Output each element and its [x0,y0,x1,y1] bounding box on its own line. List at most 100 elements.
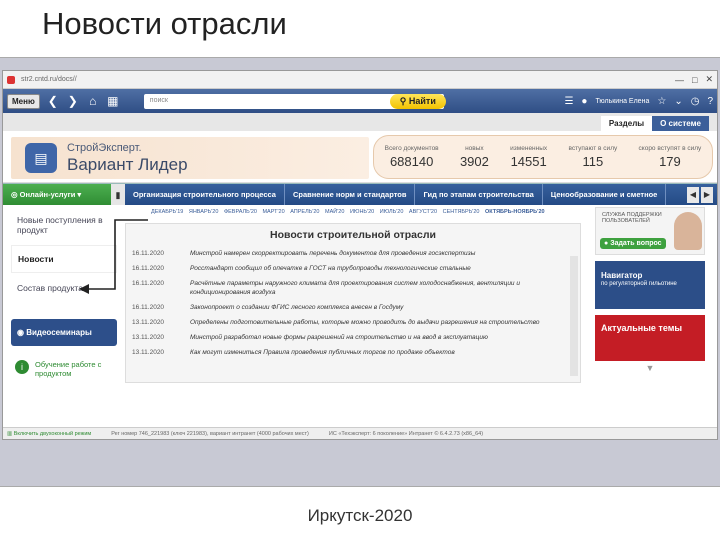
status-bar: ▥ Включить двухоконный режим Рег номер 7… [3,427,717,439]
tab-sections[interactable]: Разделы [600,116,653,131]
dual-window-toggle[interactable]: ▥ Включить двухоконный режим [7,431,91,437]
annotation-arrow [79,219,148,294]
stat-label: новых [465,145,484,152]
stat-new[interactable]: новых 3902 [460,145,489,169]
month-link[interactable]: ФЕВРАЛЬ'20 [224,209,257,215]
month-link[interactable]: ИЮНЬ'20 [350,209,374,215]
globe-icon: ◎ [11,189,20,199]
menu-item-comparison[interactable]: Сравнение норм и стандартов [285,183,416,206]
news-text[interactable]: Определены подготовительные работы, кото… [190,318,574,327]
navigator-subtitle: по регуляторной гильотине [601,281,677,287]
month-filter: ДЕКАБРЬ'19 ЯНВАРЬ'20 ФЕВРАЛЬ'20 МАРТ'20 … [151,209,583,215]
stat-soon[interactable]: скоро вступят в силу 179 [639,145,702,169]
search-icon: ⚲ [399,95,409,106]
month-link[interactable]: МАЙ'20 [325,209,344,215]
news-row[interactable]: 13.11.2020 Определены подготовительные ра… [126,315,580,330]
month-link[interactable]: ИЮЛЬ'20 [380,209,404,215]
menu-item-pricing[interactable]: Ценообразование и сметное [543,183,667,206]
forward-icon[interactable]: ❯ [66,94,80,108]
user-name[interactable]: Тюлькина Елена [595,98,649,105]
url-text[interactable]: str2.cntd.ru/docs// [21,76,667,83]
document-stats: Всего документов 688140 новых 3902 изменен… [373,135,713,179]
news-text[interactable]: Росстандарт сообщил об опечатке в ГОСТ н… [190,264,574,273]
grid-icon[interactable]: ▦ [106,94,120,108]
news-row[interactable]: 13.11.2020 Минстрой разработал новые форм… [126,330,580,345]
menu-item-guide[interactable]: Гид по этапам строительства [415,183,543,206]
stat-effective[interactable]: вступают в силу 115 [568,145,617,169]
menu-button[interactable]: Меню [7,93,40,109]
find-button-label: Найти [408,95,436,106]
stat-label: измененных [510,145,548,152]
learn-label: Обучение работе с продуктом [35,360,102,378]
window-icon: ▥ [7,430,14,437]
learn-link[interactable]: i Обучение работе с продуктом [11,356,117,382]
navigator-banner[interactable]: Навигатор по регуляторной гильотине [595,261,705,309]
news-row[interactable]: 16.11.2020 Расчётные параметры наружного … [126,276,580,300]
address-bar[interactable]: str2.cntd.ru/docs// — □ ✕ [3,71,717,89]
maximize-icon[interactable]: □ [692,75,697,85]
tab-about[interactable]: О системе [652,116,709,131]
favicon-icon [7,75,15,84]
status-registration: Рег номер 746_221983 (ключ 221983), вари… [111,430,309,437]
month-link[interactable]: АПРЕЛЬ'20 [290,209,319,215]
dropdown-icon[interactable]: ⌄ [674,96,682,107]
logo-area[interactable]: ▤ СтройЭксперт. Вариант Лидер [11,137,369,179]
topics-title: Актуальные темы [601,323,683,333]
month-link[interactable]: СЕНТЯБРЬ'20 [443,209,480,215]
chat-icon: ◉ [17,328,27,337]
month-link[interactable]: МАРТ'20 [262,209,284,215]
news-date: 13.11.2020 [132,319,165,326]
main-menu-bar: ◎ Онлайн-услуги ▾ ▮ Организация строител… [3,183,717,206]
month-link[interactable]: АВГУСТ'20 [409,209,437,215]
online-services-menu[interactable]: ◎ Онлайн-услуги ▾ [3,183,111,206]
toolbar-right: ☰ ● Тюлькина Елена ☆ ⌄ ◷ ? [564,96,713,107]
scroll-down-icon[interactable]: ▼ [595,363,705,373]
menu-scroll: ◀ ▶ [687,186,717,203]
news-text[interactable]: Минстрой намерен скорректировать перечен… [190,249,574,258]
scroll-left-icon[interactable]: ◀ [687,186,699,203]
news-header: Новости строительной отрасли [270,229,436,241]
support-avatar [674,212,702,250]
news-row[interactable]: 13.11.2020 Как могут измениться Правила п… [126,345,580,360]
topics-banner[interactable]: Актуальные темы [595,315,705,361]
news-row[interactable]: 16.11.2020 Законопроект о создании ФГИС л… [126,300,580,315]
chevron-down-icon: ▾ [75,189,82,199]
help-icon[interactable]: ? [707,96,713,107]
clock-icon[interactable]: ◷ [691,96,700,107]
stat-value: 179 [659,154,681,169]
back-icon[interactable]: ❮ [46,94,60,108]
user-icon[interactable]: ● [581,96,587,107]
stat-value: 688140 [389,154,434,169]
minimize-icon[interactable]: — [675,75,684,85]
logo-line2: Вариант Лидер [67,155,188,174]
news-row[interactable]: 16.11.2020 Минстрой намерен скорректирова… [126,246,580,261]
month-link-selected[interactable]: ОКТЯБРЬ-НОЯБРЬ'20 [485,209,545,215]
close-icon[interactable]: ✕ [705,74,713,85]
product-banner: ▤ СтройЭксперт. Вариант Лидер Всего доку… [3,131,717,183]
tabs-row: Разделы О системе [3,113,717,131]
ask-question-button[interactable]: ● Задать вопрос [600,238,666,249]
book-icon[interactable]: ▮ [111,183,125,206]
find-button[interactable]: ⚲ Найти [389,93,446,109]
news-text[interactable]: Законопроект о создании ФГИС лесного ком… [190,303,574,312]
news-text[interactable]: Как могут измениться Правила проведения … [190,348,574,357]
home-icon[interactable]: ⌂ [86,94,100,108]
news-scrollbar[interactable] [570,256,578,376]
logo-line1: СтройЭксперт. [67,142,142,154]
menu-item-organization[interactable]: Организация строительного процесса [125,183,285,206]
stat-total[interactable]: Всего документов 688140 [385,145,439,169]
star-icon[interactable]: ☆ [657,96,666,107]
navigator-title: Навигатор [601,271,643,280]
news-text[interactable]: Расчётные параметры наружного климата дл… [190,279,574,297]
browser-window: str2.cntd.ru/docs// — □ ✕ Меню ❮ ❯ ⌂ ▦ п… [2,70,718,440]
stat-label: вступают в силу [568,145,618,152]
month-link[interactable]: ЯНВАРЬ'20 [189,209,219,215]
scroll-right-icon[interactable]: ▶ [701,186,713,203]
stat-value: 115 [582,154,604,169]
hamburger-icon[interactable]: ☰ [564,96,573,107]
dual-window-label: Включить двухоконный режим [13,430,92,437]
news-row[interactable]: 16.11.2020 Росстандарт сообщил об опечатк… [126,261,580,276]
stat-changed[interactable]: измененных 14551 [510,145,547,169]
news-text[interactable]: Минстрой разработал новые формы разрешен… [190,333,574,342]
video-seminars-button[interactable]: ◉ Видеосеминары [11,319,117,346]
